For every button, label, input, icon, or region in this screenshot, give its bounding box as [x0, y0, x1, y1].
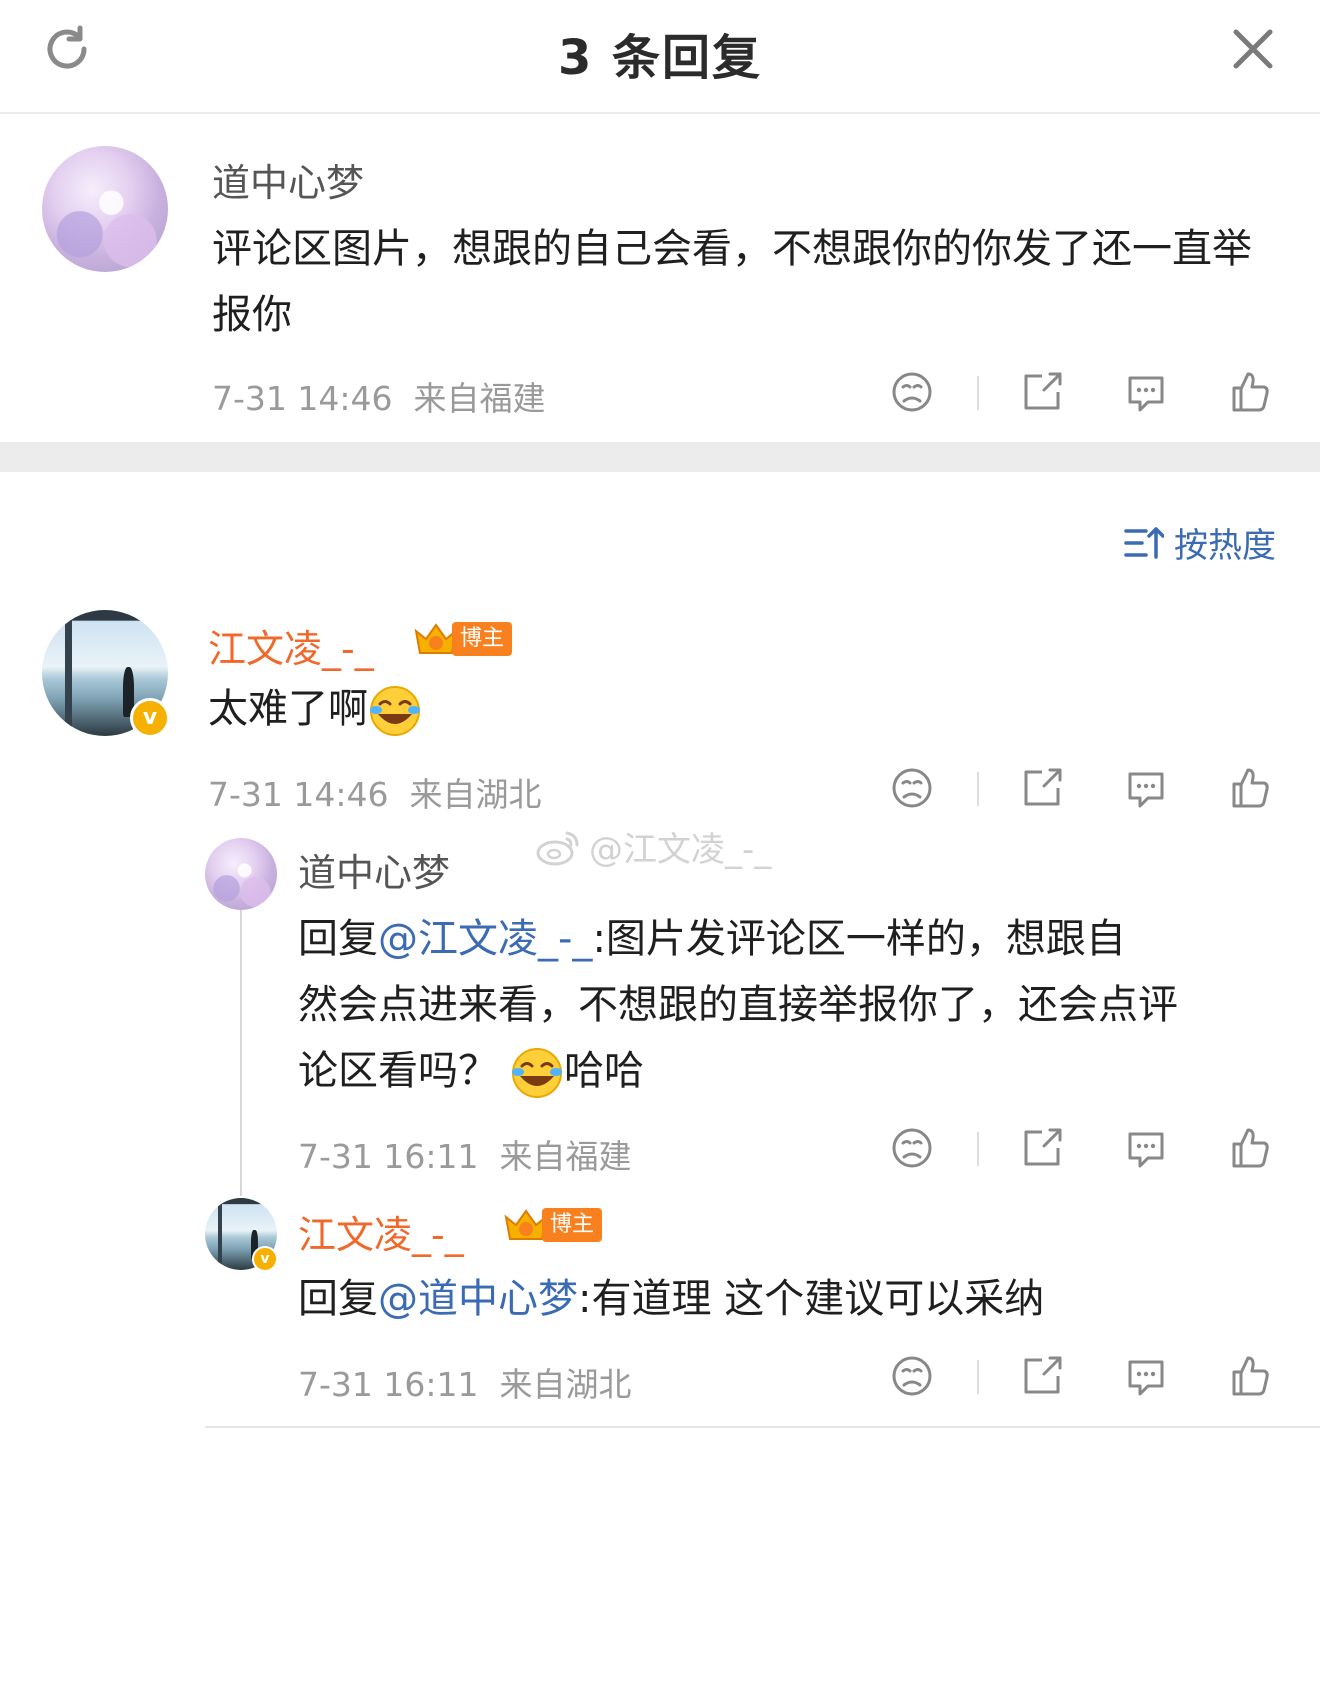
- reply-text: 太难了啊: [208, 676, 422, 742]
- badge-label: 博主: [452, 622, 513, 656]
- reply-text-content: 太难了啊: [208, 686, 368, 732]
- section-divider: [0, 442, 1320, 472]
- reply-actions: [0, 766, 1320, 816]
- weibo-watermark: @江文凌_-_: [535, 822, 771, 871]
- reply-line-3: 论区看吗？ 哈哈: [298, 1038, 1298, 1104]
- reply-author-name[interactable]: 道中心梦: [298, 842, 450, 897]
- watermark-text: @江文凌_-_: [589, 830, 772, 870]
- reply-prefix: 回复: [298, 916, 378, 962]
- laugh-cry-emoji: [370, 686, 420, 736]
- action-divider: [977, 772, 979, 806]
- sort-by-hot-button[interactable]: 按热度: [1124, 518, 1276, 567]
- share-icon[interactable]: [1020, 1354, 1064, 1398]
- reply-author-name[interactable]: 江文凌_-_: [298, 1204, 464, 1259]
- dislike-icon[interactable]: [890, 1126, 934, 1170]
- avatar[interactable]: [42, 146, 168, 272]
- badge-label: 博主: [542, 1208, 603, 1242]
- laugh-cry-emoji: [512, 1048, 562, 1098]
- root-comment-text: 评论区图片，想跟的自己会看，不想跟你的你发了还一直举报你: [212, 226, 1252, 338]
- like-icon[interactable]: [1228, 370, 1272, 414]
- action-divider: [977, 1360, 979, 1394]
- verified-badge-icon: v: [252, 1246, 278, 1272]
- reply-line-1: 回复@江文凌_-_:图片发评论区一样的，想跟自: [298, 906, 1298, 972]
- reply-text-part: :图片发评论区一样的，想跟自: [592, 916, 1126, 962]
- reply-prefix: 回复: [298, 1276, 378, 1322]
- share-icon[interactable]: [1020, 766, 1064, 810]
- like-icon[interactable]: [1228, 1354, 1272, 1398]
- dislike-icon[interactable]: [890, 370, 934, 414]
- sort-icon: [1124, 526, 1164, 559]
- dislike-icon[interactable]: [890, 766, 934, 810]
- action-divider: [977, 1132, 979, 1166]
- verified-badge-icon: v: [130, 698, 170, 738]
- reply-text: 回复@道中心梦:有道理 这个建议可以采纳: [298, 1266, 1298, 1332]
- list-end-divider: [205, 1426, 1320, 1428]
- mention-link[interactable]: @江文凌_-_: [378, 916, 592, 962]
- close-icon[interactable]: [1228, 24, 1278, 74]
- comment-icon[interactable]: [1124, 1126, 1168, 1170]
- page-title: 3 条回复: [557, 30, 763, 86]
- mention-link[interactable]: @道中心梦: [378, 1276, 578, 1322]
- like-icon[interactable]: [1228, 1126, 1272, 1170]
- root-author-name[interactable]: 道中心梦: [212, 152, 364, 207]
- like-icon[interactable]: [1228, 766, 1272, 810]
- avatar[interactable]: [205, 838, 277, 910]
- comment-icon[interactable]: [1124, 766, 1168, 810]
- reply-actions: [0, 1126, 1320, 1176]
- weibo-logo-icon: [536, 831, 579, 865]
- root-actions: [0, 370, 1320, 420]
- comment-icon[interactable]: [1124, 370, 1168, 414]
- reply-actions: [0, 1354, 1320, 1404]
- action-divider: [977, 376, 979, 410]
- comment-icon[interactable]: [1124, 1354, 1168, 1398]
- blogger-badge: 博主: [412, 622, 513, 656]
- reply-author-name[interactable]: 江文凌_-_: [208, 618, 374, 673]
- reply-text-part: 论区看吗？: [298, 1048, 498, 1094]
- sort-label: 按热度: [1174, 526, 1276, 566]
- reply-text-part: 哈哈: [564, 1048, 644, 1094]
- blogger-badge: 博主: [502, 1208, 603, 1242]
- share-icon[interactable]: [1020, 1126, 1064, 1170]
- share-icon[interactable]: [1020, 370, 1064, 414]
- dislike-icon[interactable]: [890, 1354, 934, 1398]
- reply-line-2: 然会点进来看，不想跟的直接举报你了，还会点评: [298, 982, 1178, 1028]
- reply-text-part: :有道理 这个建议可以采纳: [578, 1276, 1045, 1322]
- reply-text: 回复@江文凌_-_:图片发评论区一样的，想跟自 然会点进来看，不想跟的直接举报你…: [298, 906, 1298, 1104]
